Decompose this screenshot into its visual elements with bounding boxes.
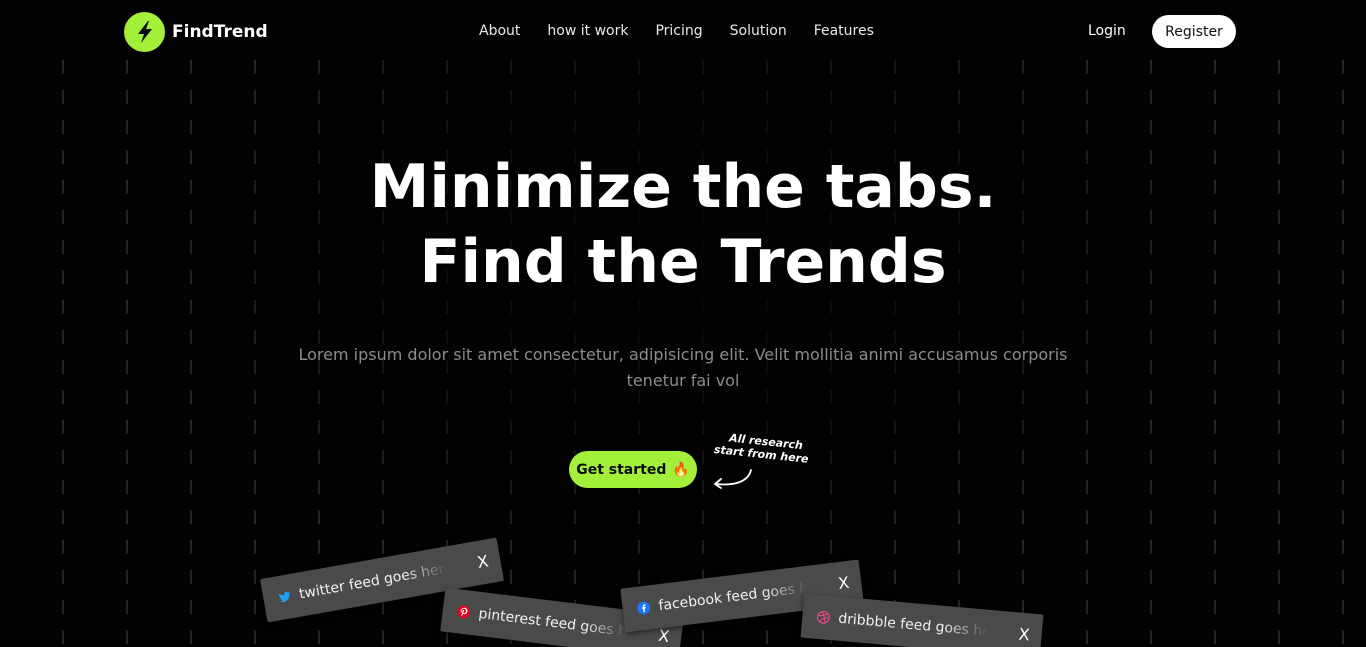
hero-subtitle: Lorem ipsum dolor sit amet consectetur, … [298, 345, 1068, 390]
close-icon[interactable]: X [837, 573, 850, 593]
feed-card-label: facebook feed goes here [657, 580, 809, 615]
twitter-icon [276, 589, 292, 605]
get-started-label: Get started [576, 461, 667, 478]
main-menu: About how it work Pricing Solution Featu… [479, 23, 901, 39]
background-fade [0, 0, 1366, 647]
close-icon[interactable]: X [476, 551, 490, 572]
page: FindTrend About how it work Pricing Solu… [0, 0, 1366, 647]
lightning-bolt-icon [124, 12, 165, 52]
curved-arrow-icon [714, 469, 752, 489]
close-icon[interactable]: X [1018, 624, 1031, 644]
nav-link-pricing[interactable]: Pricing [655, 23, 702, 39]
nav-link-features[interactable]: Features [814, 23, 874, 39]
get-started-button[interactable]: Get started 🔥 [569, 451, 697, 488]
facebook-icon [636, 600, 652, 616]
nav-link-solution[interactable]: Solution [730, 23, 787, 39]
navbar: FindTrend About how it work Pricing Solu… [0, 0, 1366, 64]
feed-card-label: pinterest feed goes here [477, 605, 629, 640]
dribbble-icon [816, 610, 831, 625]
nav-link-how-it-work[interactable]: how it work [547, 23, 628, 39]
nav-link-about[interactable]: About [479, 23, 520, 39]
close-icon[interactable]: X [657, 626, 670, 646]
hero-headline: Minimize the tabs. Find the Trends [0, 150, 1366, 300]
brand[interactable]: FindTrend [124, 12, 268, 52]
brand-name: FindTrend [172, 22, 268, 42]
feed-card-label: dribbble feed goes here [837, 610, 989, 640]
hero-headline-line1: Minimize the tabs. [369, 152, 997, 222]
pinterest-icon [456, 604, 472, 620]
hero-headline-line2: Find the Trends [419, 227, 947, 297]
register-button[interactable]: Register [1152, 15, 1236, 48]
login-link[interactable]: Login [1088, 23, 1126, 39]
fire-icon: 🔥 [672, 461, 690, 478]
